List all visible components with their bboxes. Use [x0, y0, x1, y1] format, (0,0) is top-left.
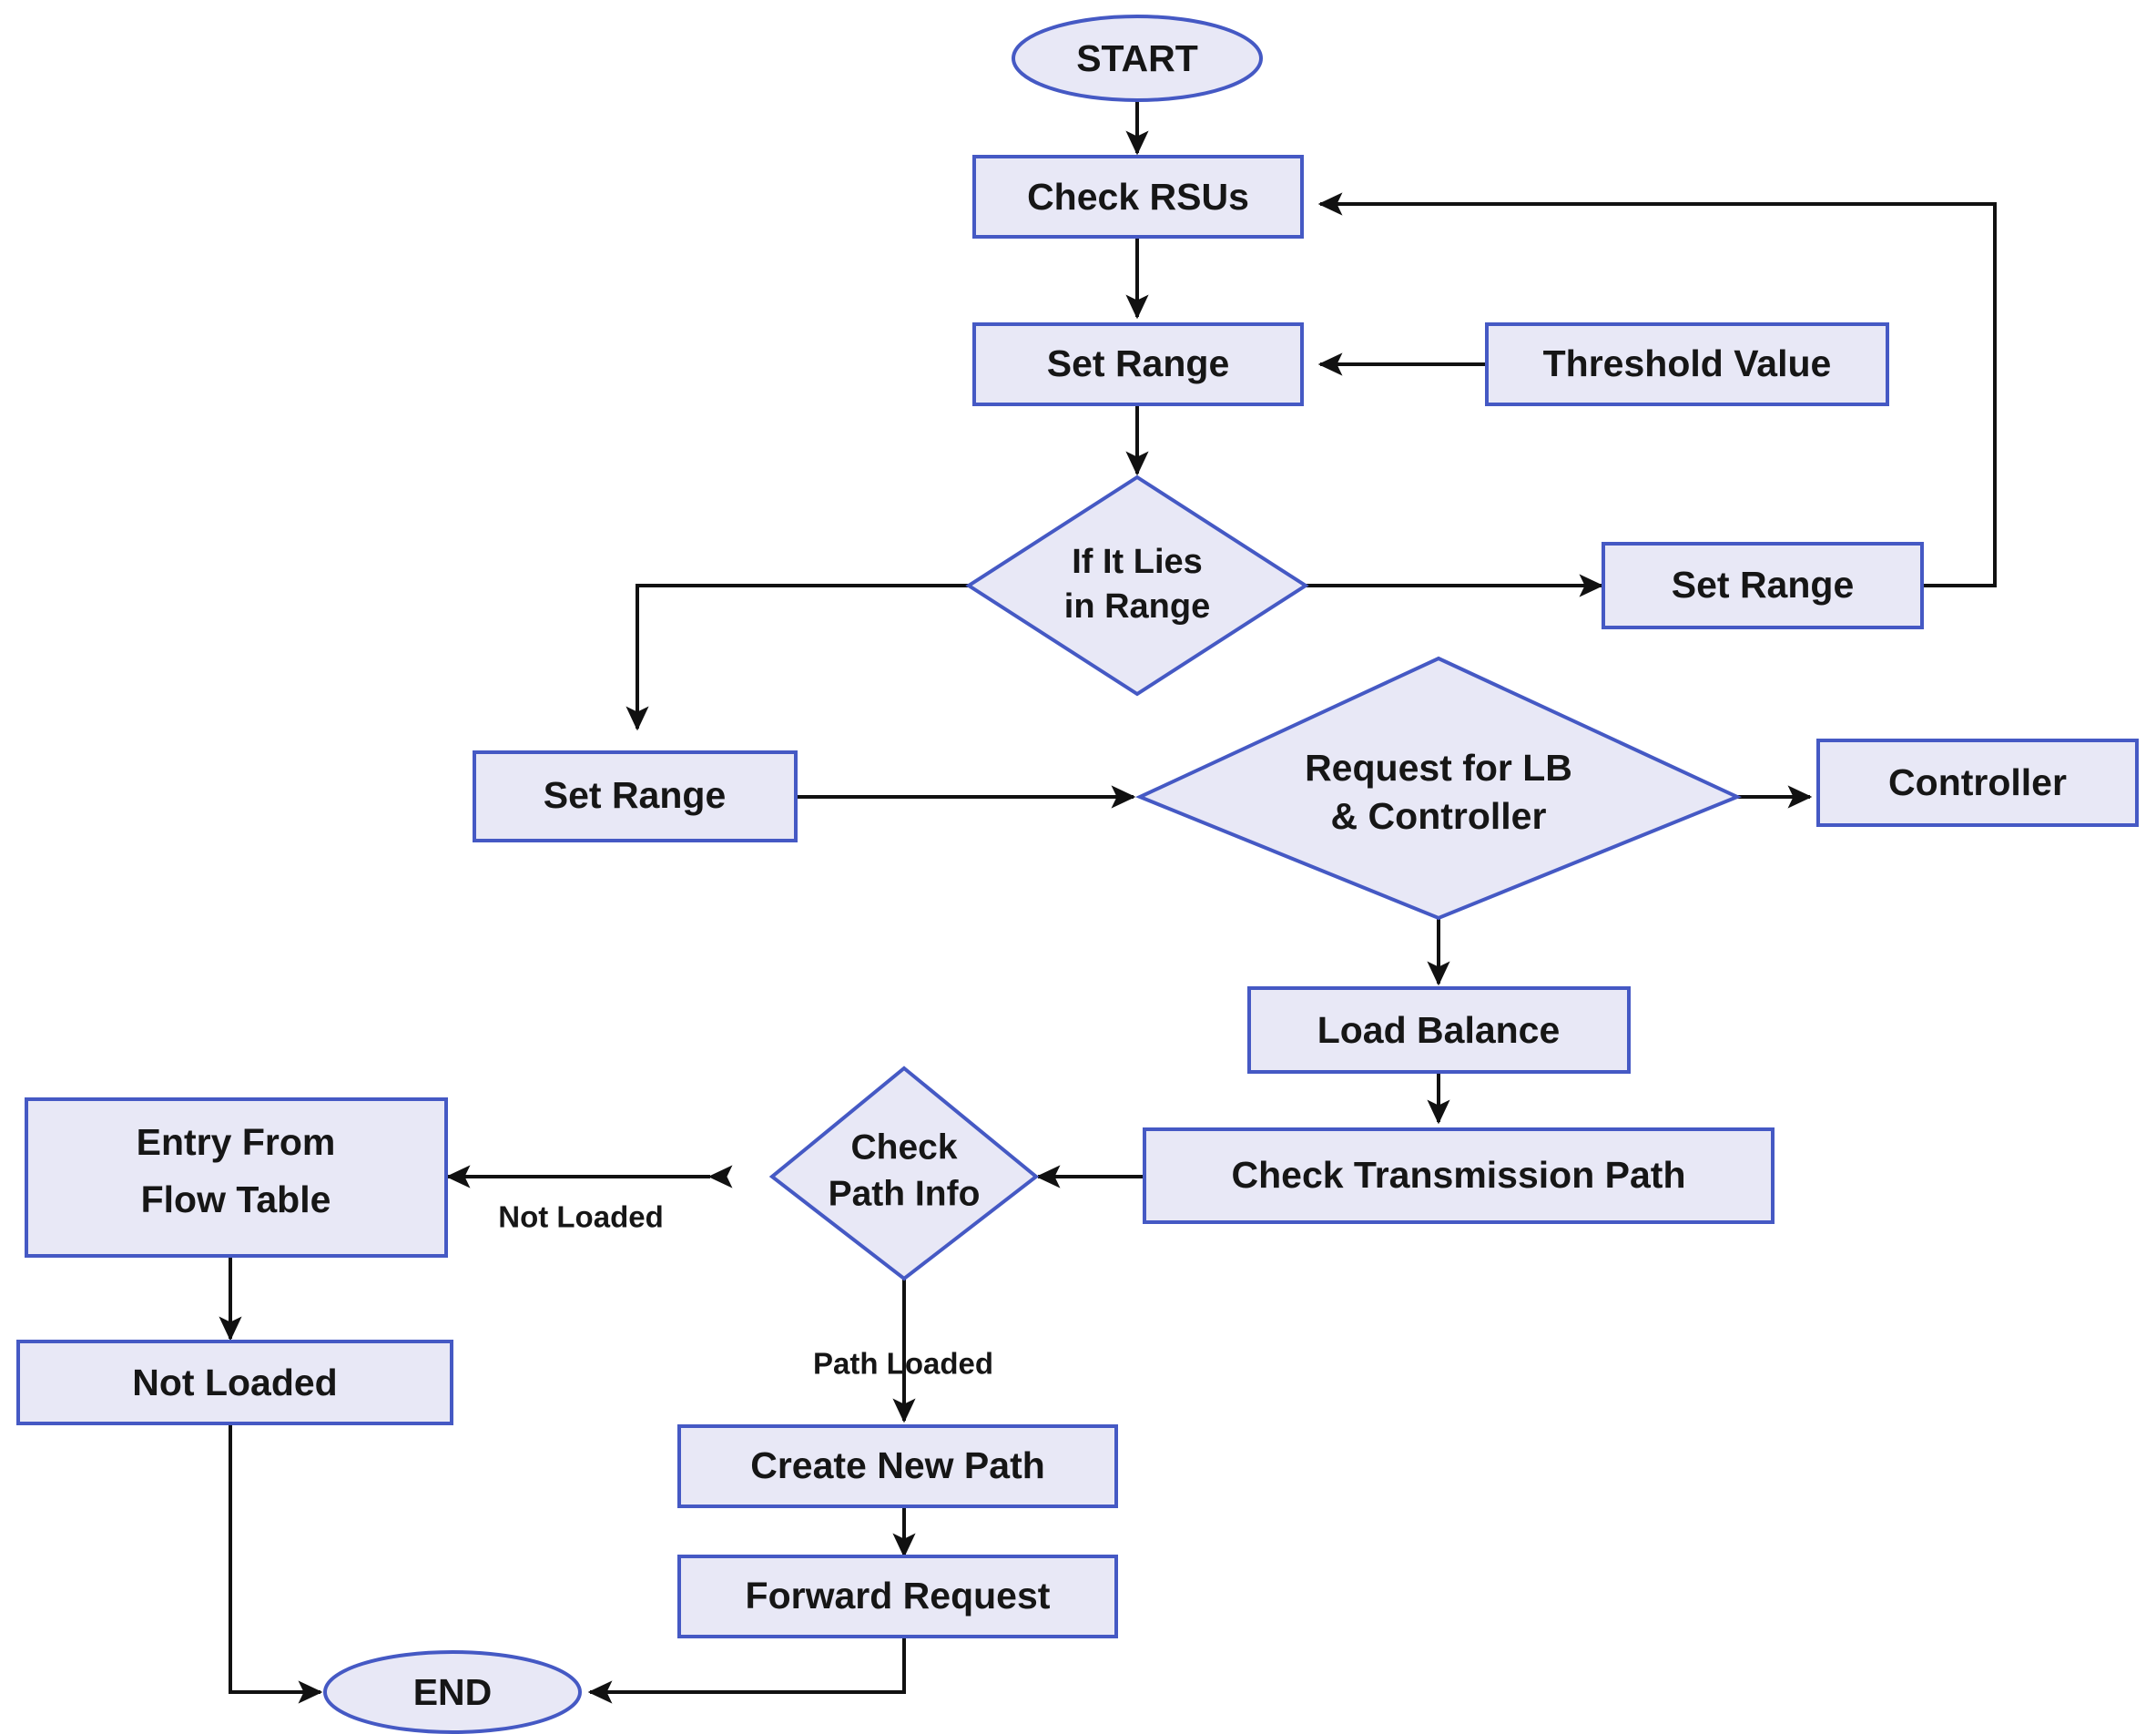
edge-decision-to-set-range-left — [625, 584, 971, 731]
node-check-path-info[interactable]: Check Path Info — [768, 1066, 1040, 1281]
node-set-range-right[interactable]: Set Range — [1602, 542, 1924, 629]
node-check-transmission-path[interactable]: Check Transmission Path — [1143, 1127, 1775, 1224]
node-set-range-primary[interactable]: Set Range — [972, 322, 1304, 406]
forward-request-label: Forward Request — [746, 1575, 1051, 1617]
request-lb-label-line1: Request for LB — [1305, 747, 1572, 789]
if-in-range-label-line1: If It Lies — [1072, 543, 1203, 581]
node-set-range-left[interactable]: Set Range — [473, 750, 798, 842]
node-entry-from-flow-table[interactable]: Entry From Flow Table — [25, 1097, 448, 1258]
entry-from-flow-table-label-line2: Flow Table — [141, 1178, 331, 1220]
controller-label: Controller — [1888, 761, 2067, 803]
not-loaded-label: Not Loaded — [132, 1362, 337, 1403]
edge-not-loaded-to-end — [229, 1423, 323, 1704]
set-range-left-label: Set Range — [544, 774, 727, 816]
request-lb-label-line2: & Controller — [1331, 795, 1547, 837]
check-transmission-path-label: Check Transmission Path — [1231, 1154, 1685, 1196]
create-new-path-label: Create New Path — [750, 1444, 1045, 1486]
edge-label-path-loaded: Path Loaded — [813, 1347, 993, 1381]
node-controller[interactable]: Controller — [1816, 739, 2139, 827]
node-forward-request[interactable]: Forward Request — [677, 1555, 1118, 1638]
edge-label-not-loaded: Not Loaded — [498, 1200, 663, 1234]
check-rsus-label: Check RSUs — [1027, 176, 1249, 218]
if-in-range-diamond-shape — [965, 474, 1309, 697]
threshold-value-label: Threshold Value — [1543, 342, 1832, 384]
check-path-info-label-line1: Check — [850, 1127, 957, 1167]
node-request-lb[interactable]: Request for LB & Controller — [1134, 656, 1743, 921]
node-check-rsus[interactable]: Check RSUs — [972, 155, 1304, 239]
end-label: END — [413, 1671, 493, 1713]
node-if-in-range[interactable]: If It Lies in Range — [965, 474, 1309, 697]
node-load-balance[interactable]: Load Balance — [1247, 986, 1631, 1074]
check-path-info-label-line2: Path Info — [829, 1174, 981, 1213]
set-range-right-label: Set Range — [1672, 564, 1855, 606]
load-balance-label: Load Balance — [1317, 1009, 1561, 1051]
if-in-range-label-line2: in Range — [1064, 587, 1210, 626]
node-end[interactable]: END — [323, 1650, 582, 1734]
set-range-primary-label: Set Range — [1047, 342, 1230, 384]
flowchart-diagram: START Check RSUs Set Range Threshold Val… — [0, 0, 2156, 1734]
node-start[interactable]: START — [1012, 15, 1263, 102]
start-label: START — [1076, 37, 1198, 79]
flowchart-canvas: START Check RSUs Set Range Threshold Val… — [16, 15, 2139, 1734]
node-create-new-path[interactable]: Create New Path — [677, 1424, 1118, 1508]
node-threshold-value[interactable]: Threshold Value — [1485, 322, 1889, 406]
node-not-loaded[interactable]: Not Loaded — [16, 1340, 453, 1425]
entry-from-flow-table-label-line1: Entry From — [137, 1121, 336, 1163]
edge-forward-request-to-end — [587, 1634, 906, 1704]
